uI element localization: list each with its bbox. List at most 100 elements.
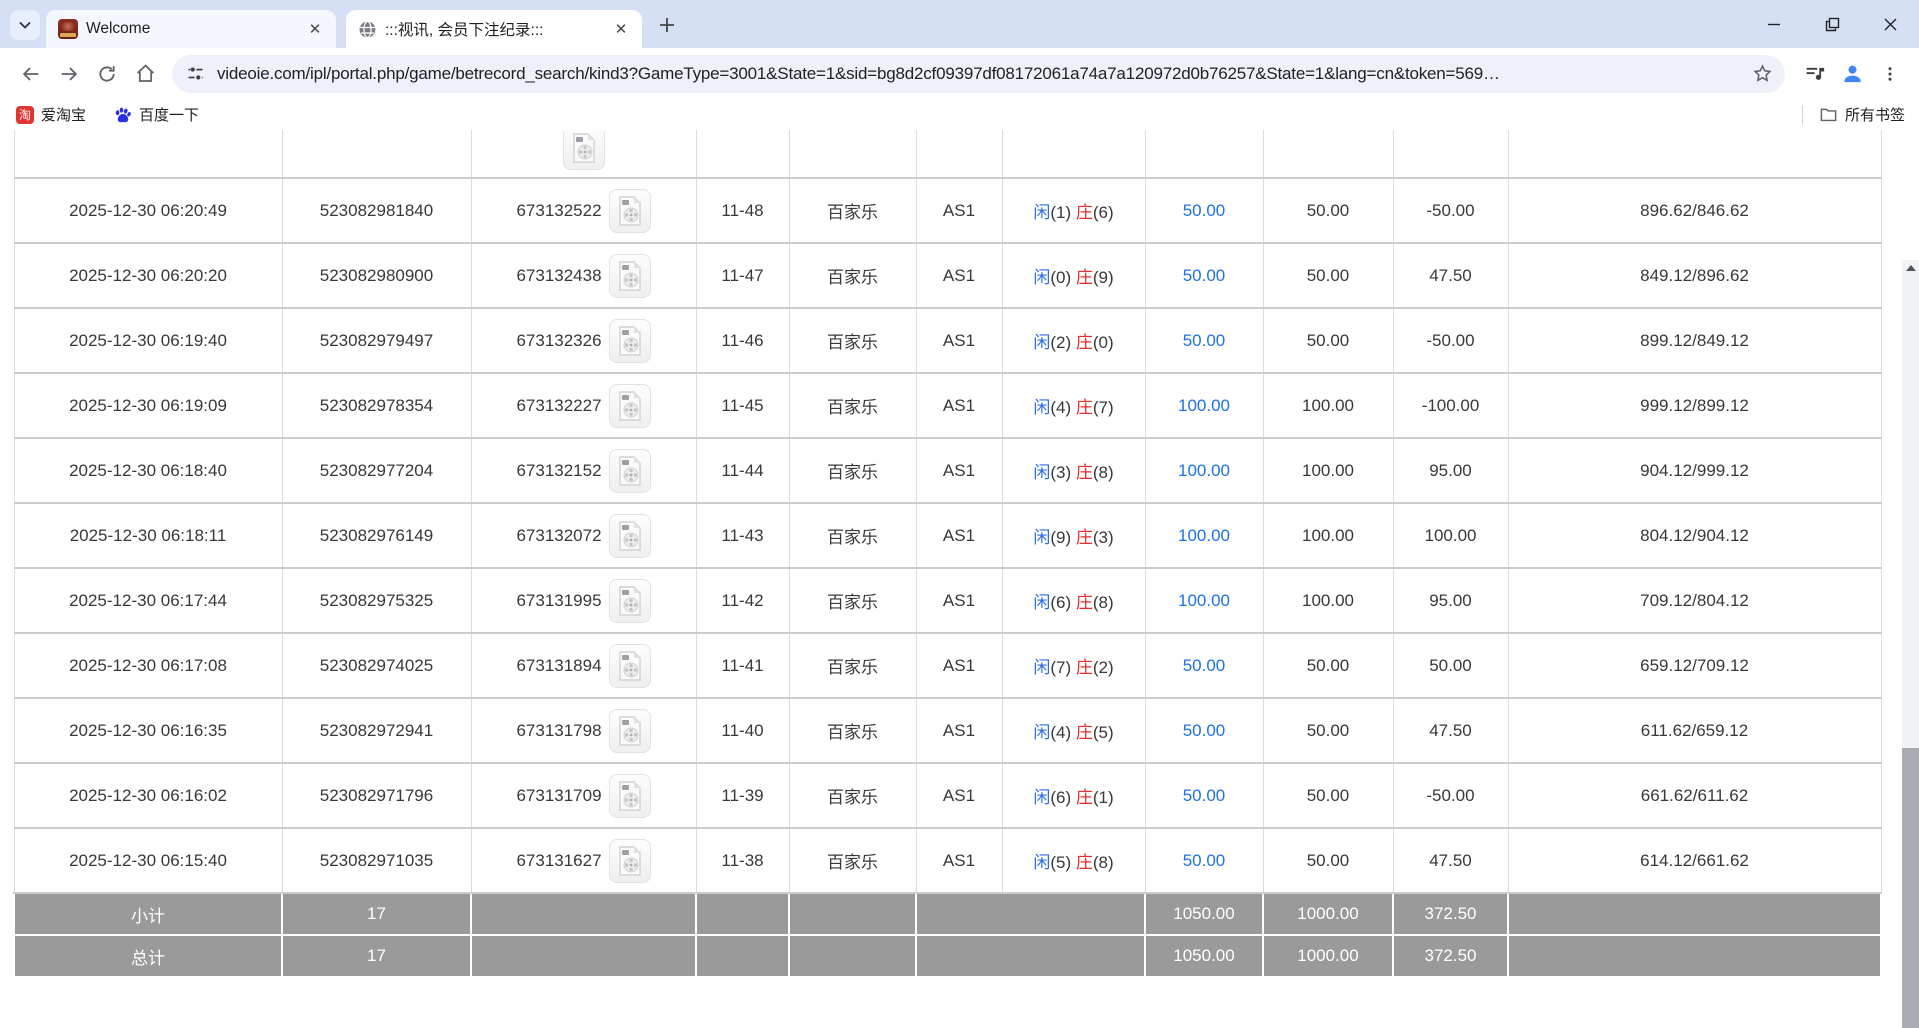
player-label: 闲 xyxy=(1033,853,1050,872)
bet-amount-link[interactable]: 100.00 xyxy=(1178,461,1230,480)
cell-result: 闲(5) 庄(8) xyxy=(1002,828,1145,893)
bookmark-baidu[interactable]: 百度一下 xyxy=(114,104,199,125)
footer-empty xyxy=(696,935,789,977)
player-label: 闲 xyxy=(1033,658,1050,677)
cell-balance: 896.62/846.62 xyxy=(1508,178,1881,243)
close-tab-icon[interactable]: ✕ xyxy=(304,18,326,40)
video-replay-button[interactable] xyxy=(609,449,651,493)
new-tab-button[interactable] xyxy=(650,8,684,42)
bookmark-star-icon[interactable] xyxy=(1752,63,1773,84)
cell-game-id: 673131709 xyxy=(471,763,696,828)
bet-amount-link[interactable]: 100.00 xyxy=(1178,591,1230,610)
minimize-button[interactable] xyxy=(1745,0,1803,48)
video-replay-button[interactable] xyxy=(609,514,651,558)
bet-amount-link[interactable]: 100.00 xyxy=(1178,526,1230,545)
cell-game-id: 673132227 xyxy=(471,373,696,438)
cell-bet-id: 523082979497 xyxy=(282,308,471,373)
tab-welcome[interactable]: Welcome ✕ xyxy=(46,10,336,48)
menu-button[interactable] xyxy=(1871,55,1909,93)
footer-empty xyxy=(789,893,916,935)
casino-logo-icon xyxy=(58,19,78,39)
footer-empty xyxy=(789,935,916,977)
cell-win-loss: 95.00 xyxy=(1393,568,1508,633)
video-replay-button[interactable] xyxy=(609,254,651,298)
bet-amount-link[interactable]: 100.00 xyxy=(1178,396,1230,415)
banker-label: 庄 xyxy=(1076,853,1093,872)
address-bar[interactable]: videoie.com/ipl/portal.php/game/betrecor… xyxy=(172,55,1785,93)
table-row: 2025-12-30 06:20:20523082980900673132438 xyxy=(14,243,1881,308)
video-replay-button[interactable] xyxy=(609,644,651,688)
cell-balance: 999.12/899.12 xyxy=(1508,373,1881,438)
cell-game-id: 673132522 xyxy=(471,178,696,243)
tab-search-button[interactable] xyxy=(10,10,40,40)
back-button[interactable] xyxy=(12,55,50,93)
footer-empty xyxy=(916,893,1145,935)
bet-amount-link[interactable]: 50.00 xyxy=(1183,201,1226,220)
cell-table-code: AS1 xyxy=(916,438,1002,503)
cell-bet-time: 2025-12-30 06:18:40 xyxy=(14,438,282,503)
footer-winloss-total: 372.50 xyxy=(1393,893,1508,935)
close-tab-icon[interactable]: ✕ xyxy=(610,18,632,40)
reload-button[interactable] xyxy=(88,55,126,93)
cell-round: 11-48 xyxy=(696,178,789,243)
bet-amount-link[interactable]: 50.00 xyxy=(1183,851,1226,870)
cell-table-code: AS1 xyxy=(916,828,1002,893)
tab-title: Welcome xyxy=(86,20,296,38)
table-row: 2025-12-30 06:16:35523082972941673131798 xyxy=(14,698,1881,763)
cell-bet-amount: 50.00 xyxy=(1145,763,1263,828)
globe-icon xyxy=(358,20,377,39)
banker-label: 庄 xyxy=(1076,463,1093,482)
table-row: 2025-12-30 06:16:02523082971796673131709 xyxy=(14,763,1881,828)
media-controls-button[interactable] xyxy=(1795,55,1833,93)
game-id-text: 673132438 xyxy=(516,266,601,286)
page-content: 2025-12-30 06:20:49523082981840673132522 xyxy=(0,130,1919,1028)
cell-round: 11-42 xyxy=(696,568,789,633)
cell-game-id: 673131995 xyxy=(471,568,696,633)
video-replay-button[interactable] xyxy=(609,774,651,818)
bet-amount-link[interactable]: 50.00 xyxy=(1183,786,1226,805)
video-replay-button[interactable] xyxy=(609,384,651,428)
cell-bet-time: 2025-12-30 06:20:20 xyxy=(14,243,282,308)
home-button[interactable] xyxy=(126,55,164,93)
cell-game-name: 百家乐 xyxy=(789,308,916,373)
cell-valid-amount: 100.00 xyxy=(1263,438,1393,503)
video-file-icon xyxy=(617,391,643,421)
cell-bet-amount: 50.00 xyxy=(1145,828,1263,893)
bet-amount-link[interactable]: 50.00 xyxy=(1183,331,1226,350)
all-bookmarks-button[interactable]: 所有书签 xyxy=(1819,104,1905,125)
vertical-scrollbar[interactable] xyxy=(1902,260,1919,1028)
video-file-icon xyxy=(617,651,643,681)
profile-button[interactable] xyxy=(1833,55,1871,93)
player-label: 闲 xyxy=(1033,463,1050,482)
bookmark-aitaobao[interactable]: 淘 爱淘宝 xyxy=(16,104,86,125)
video-replay-button[interactable] xyxy=(609,709,651,753)
video-replay-button[interactable] xyxy=(609,579,651,623)
cell-bet-amount: 50.00 xyxy=(1145,308,1263,373)
cell-game-name: 百家乐 xyxy=(789,438,916,503)
cell-bet-time: 2025-12-30 06:18:11 xyxy=(14,503,282,568)
tab-bet-record[interactable]: :::视讯, 会员下注纪录::: ✕ xyxy=(346,10,642,48)
footer-label: 总计 xyxy=(14,935,282,977)
close-icon xyxy=(1883,17,1898,32)
cell-round: 11-43 xyxy=(696,503,789,568)
cell-valid-amount: 50.00 xyxy=(1263,763,1393,828)
player-label: 闲 xyxy=(1033,528,1050,547)
video-replay-button[interactable] xyxy=(563,131,605,170)
forward-button[interactable] xyxy=(50,55,88,93)
banker-label: 庄 xyxy=(1076,268,1093,287)
close-window-button[interactable] xyxy=(1861,0,1919,48)
bet-amount-link[interactable]: 50.00 xyxy=(1183,266,1226,285)
player-label: 闲 xyxy=(1033,593,1050,612)
banker-label: 庄 xyxy=(1076,333,1093,352)
video-replay-button[interactable] xyxy=(609,319,651,363)
bet-amount-link[interactable]: 50.00 xyxy=(1183,656,1226,675)
scrollbar-up-arrow[interactable] xyxy=(1902,260,1919,276)
scrollbar-thumb[interactable] xyxy=(1902,748,1919,1028)
video-replay-button[interactable] xyxy=(609,839,651,883)
cell-bet-amount: 100.00 xyxy=(1145,568,1263,633)
cell-game-name: 百家乐 xyxy=(789,503,916,568)
bet-amount-link[interactable]: 50.00 xyxy=(1183,721,1226,740)
video-replay-button[interactable] xyxy=(609,189,651,233)
restore-button[interactable] xyxy=(1803,0,1861,48)
footer-empty xyxy=(471,935,696,977)
